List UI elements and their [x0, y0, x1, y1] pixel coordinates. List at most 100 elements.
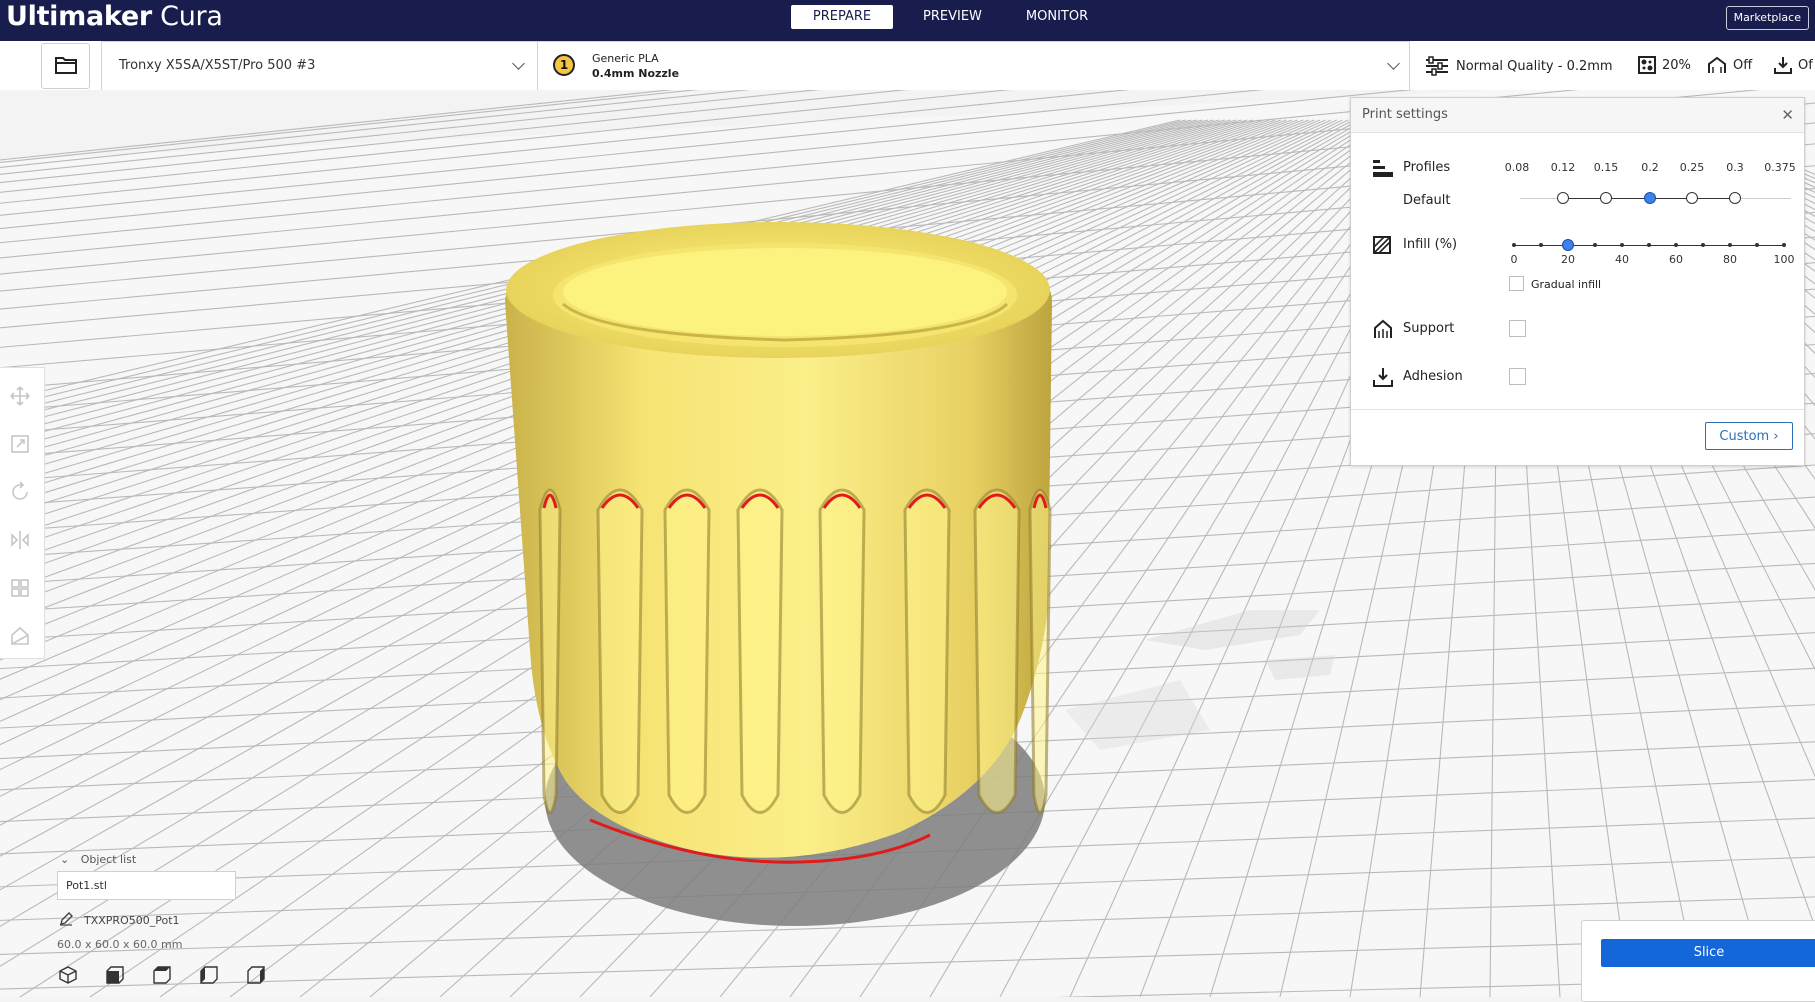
- infill-slider-handle[interactable]: [1562, 239, 1574, 251]
- extruder-badge: 1: [553, 54, 575, 76]
- support-icon: [1708, 56, 1726, 73]
- pot-model: [505, 222, 1052, 864]
- edit-icon[interactable]: [59, 912, 73, 926]
- open-file-button[interactable]: [41, 43, 90, 89]
- quality-summary: Normal Quality - 0.2mm: [1424, 56, 1613, 76]
- adhesion-icon: [1774, 57, 1792, 74]
- quality-label: Normal Quality - 0.2mm: [1456, 58, 1613, 74]
- infill-step-dot: [1647, 243, 1651, 247]
- object-list-item[interactable]: Pot1.stl: [57, 871, 236, 900]
- support-summary: Off: [1707, 56, 1752, 74]
- object-dimensions: 60.0 x 60.0 x 60.0 mm: [57, 938, 183, 951]
- scale-icon[interactable]: [9, 433, 31, 455]
- action-panel: Slice: [1581, 920, 1815, 1002]
- infill-tick-label: 40: [1615, 253, 1629, 266]
- infill-step-dot: [1539, 243, 1543, 247]
- infill-step-dot: [1701, 243, 1705, 247]
- layer-height-label: 0.12: [1550, 161, 1576, 174]
- tab-prepare[interactable]: PREPARE: [791, 5, 893, 29]
- stage-tabs: PREPARE PREVIEW MONITOR: [791, 5, 1118, 29]
- layer-height-label: 0.3: [1726, 161, 1744, 174]
- rotate-icon[interactable]: [9, 481, 31, 503]
- infill-step-dot: [1512, 243, 1516, 247]
- layer-height-option[interactable]: [1729, 192, 1741, 204]
- object-list-toggle[interactable]: ⌄ Object list: [60, 853, 136, 866]
- support-label: Support: [1403, 321, 1455, 336]
- move-icon[interactable]: [9, 385, 31, 407]
- tab-preview[interactable]: PREVIEW: [909, 5, 996, 29]
- adhesion-value: Of: [1798, 57, 1813, 73]
- layer-height-label: 0.15: [1593, 161, 1619, 174]
- material-selector[interactable]: 1 Generic PLA 0.4mm Nozzle: [537, 41, 1410, 91]
- support-checkbox[interactable]: [1509, 320, 1526, 337]
- layer-height-label: 0.375: [1764, 161, 1796, 174]
- per-model-settings-icon[interactable]: [9, 577, 31, 599]
- layer-height-option[interactable]: [1600, 192, 1612, 204]
- app-header: Ultimaker Cura PREPARE PREVIEW MONITOR M…: [0, 0, 1815, 41]
- infill-step-dot: [1755, 243, 1759, 247]
- infill-tick-label: 20: [1561, 253, 1575, 266]
- infill-tick-label: 0: [1510, 253, 1518, 266]
- layer-height-label: 0.2: [1641, 161, 1659, 174]
- 3d-view-icon[interactable]: [59, 966, 77, 984]
- support-blocker-icon[interactable]: [9, 625, 31, 647]
- infill-step-dot: [1620, 243, 1624, 247]
- tab-monitor[interactable]: MONITOR: [1012, 5, 1102, 29]
- mirror-icon[interactable]: [9, 529, 31, 551]
- front-view-icon[interactable]: [106, 966, 124, 984]
- layer-height-option[interactable]: [1686, 192, 1698, 204]
- left-view-icon[interactable]: [200, 966, 218, 984]
- sliders-icon: [1426, 56, 1448, 76]
- layer-height-label: 0.25: [1679, 161, 1705, 174]
- adhesion-icon: [1373, 368, 1393, 387]
- infill-icon: [1373, 236, 1391, 254]
- material-name: Generic PLA: [592, 52, 659, 65]
- printer-selector[interactable]: Tronxy X5SA/X5ST/Pro 500 #3: [101, 41, 538, 91]
- gradual-infill-checkbox[interactable]: [1509, 276, 1524, 291]
- top-view-icon[interactable]: [153, 966, 171, 984]
- infill-icon: [1638, 56, 1656, 74]
- support-value: Off: [1733, 57, 1753, 73]
- infill-step-dot: [1674, 243, 1678, 247]
- print-setup-summary[interactable]: Normal Quality - 0.2mm 20% Off Of: [1418, 41, 1815, 89]
- marketplace-button[interactable]: Marketplace: [1725, 6, 1809, 30]
- object-name: TXXPRO500_Pot1: [84, 914, 180, 927]
- camera-view-buttons: [59, 966, 265, 984]
- custom-button[interactable]: Custom ›: [1705, 422, 1793, 450]
- infill-summary: 20%: [1638, 56, 1691, 74]
- infill-step-dot: [1728, 243, 1732, 247]
- main-toolbar: Tronxy X5SA/X5ST/Pro 500 #3 1 Generic PL…: [0, 41, 1815, 91]
- infill-value: 20%: [1662, 57, 1691, 73]
- chevron-down-icon: [512, 57, 525, 70]
- infill-tick-label: 60: [1669, 253, 1683, 266]
- panel-footer: Custom ›: [1351, 409, 1804, 465]
- chevron-down-icon: [1387, 57, 1400, 70]
- nozzle-size: 0.4mm Nozzle: [592, 67, 680, 80]
- support-icon: [1374, 319, 1392, 338]
- layer-height-option[interactable]: [1644, 192, 1656, 204]
- infill-step-dot: [1593, 243, 1597, 247]
- chevron-down-icon: ⌄: [60, 853, 70, 866]
- profiles-icon: [1373, 160, 1393, 177]
- layer-height-label: 0.08: [1504, 161, 1530, 174]
- gradual-infill-label: Gradual infill: [1531, 278, 1602, 291]
- app-logo: Ultimaker Cura: [6, 1, 223, 32]
- profiles-label: Profiles: [1403, 160, 1451, 175]
- adhesion-label: Adhesion: [1403, 369, 1463, 384]
- adhesion-summary: Of: [1774, 56, 1813, 74]
- print-settings-panel: Print settings ✕ Profiles Default 0.08 0.…: [1350, 97, 1805, 466]
- printer-name: Tronxy X5SA/X5ST/Pro 500 #3: [119, 58, 316, 73]
- transform-tools: [0, 367, 45, 659]
- adhesion-checkbox[interactable]: [1509, 368, 1526, 385]
- close-icon[interactable]: ✕: [1781, 106, 1794, 124]
- right-view-icon[interactable]: [247, 966, 265, 984]
- profiles-default-label: Default: [1403, 193, 1451, 208]
- infill-step-dot: [1782, 243, 1786, 247]
- panel-title: Print settings: [1362, 107, 1448, 122]
- infill-label: Infill (%): [1403, 237, 1458, 252]
- layer-height-option[interactable]: [1557, 192, 1569, 204]
- panel-header: Print settings ✕: [1351, 98, 1804, 133]
- folder-icon: [55, 57, 77, 74]
- slice-button[interactable]: Slice: [1601, 939, 1815, 967]
- infill-tick-label: 80: [1723, 253, 1737, 266]
